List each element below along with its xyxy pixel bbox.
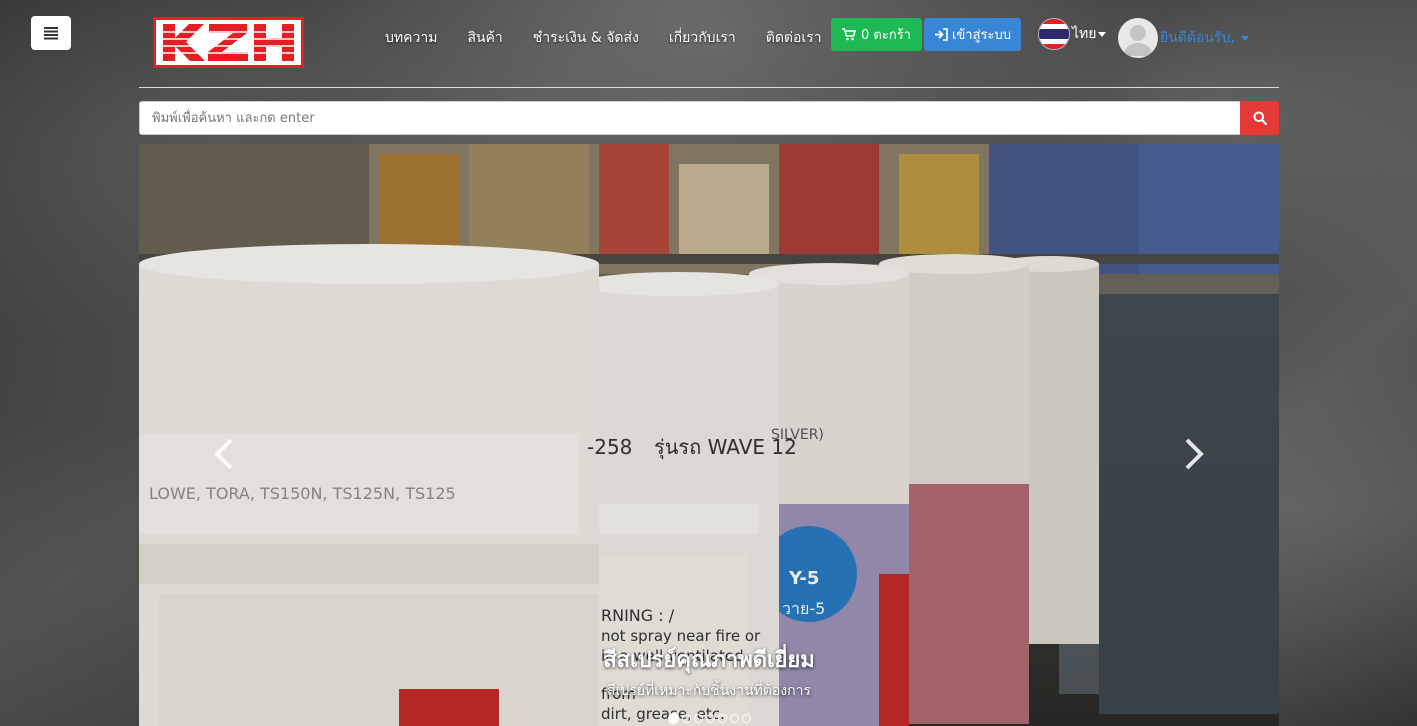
caret-down-icon [1240,35,1249,41]
slide-image: LOWE, TORA, TS150N, TS125N, TS125 -258 ร… [139,144,1279,726]
main-nav: บทความ สินค้า ชำระเงิน & จัดส่ง เกี่ยวกั… [370,20,837,56]
cart-icon [842,28,856,41]
thai-flag-icon [1038,18,1070,50]
login-button[interactable]: เข้าสู่ระบบ [924,18,1021,51]
nav-articles[interactable]: บทความ [385,27,437,49]
nav-contact-us[interactable]: ติดต่อเรา [766,27,822,49]
menu-toggle-button[interactable] [31,16,71,50]
carousel-indicator-dot[interactable] [717,714,727,723]
carousel-indicator-dot[interactable] [667,713,679,724]
login-label: เข้าสู่ระบบ [951,28,1012,43]
avatar [1118,18,1158,58]
nav-about-us[interactable]: เกี่ยวกับเรา [669,27,736,49]
carousel-indicator-dot[interactable] [729,714,739,723]
chevron-left-icon [214,438,233,470]
language-selector[interactable]: ไทย [1038,18,1107,50]
cart-button[interactable]: 0 ตะกร้า [831,18,922,51]
language-label: ไทย [1072,26,1097,42]
carousel-indicator-dot[interactable] [741,714,751,723]
search-button[interactable] [1240,101,1279,135]
caret-down-icon [1098,31,1107,37]
search-input[interactable] [139,101,1240,135]
carousel-indicator-dot[interactable] [705,714,715,723]
carousel-indicator-dot[interactable] [681,714,691,723]
cart-label: 0 ตะกร้า [861,28,911,43]
carousel-next-button[interactable] [1179,434,1209,478]
hamburger-icon [44,27,58,40]
user-greeting: ยินดีต้อนรับ, [1160,30,1235,46]
sign-in-icon [934,28,948,41]
search-bar [139,101,1279,135]
chevron-right-icon [1185,438,1204,470]
carousel-caption-subtitle: สีเปรย์ที่เหมาะกับชิ้นงานที่ต้องการ [607,683,811,699]
carousel-caption-title: สีสเปรย์คุณภาพดีเยี่ยม [603,648,815,673]
nav-products[interactable]: สินค้า [467,27,502,49]
carousel-prev-button[interactable] [209,434,239,478]
hero-carousel[interactable]: LOWE, TORA, TS150N, TS125N, TS125 -258 ร… [139,144,1279,726]
carousel-indicators [139,713,1279,724]
header-divider [139,87,1279,88]
site-logo[interactable] [153,17,304,68]
user-menu[interactable]: ยินดีต้อนรับ, [1118,18,1249,58]
carousel-indicator-dot[interactable] [693,714,703,723]
nav-payment-shipping[interactable]: ชำระเงิน & จัดส่ง [533,27,639,49]
search-icon [1253,111,1267,125]
user-icon [1123,25,1153,56]
